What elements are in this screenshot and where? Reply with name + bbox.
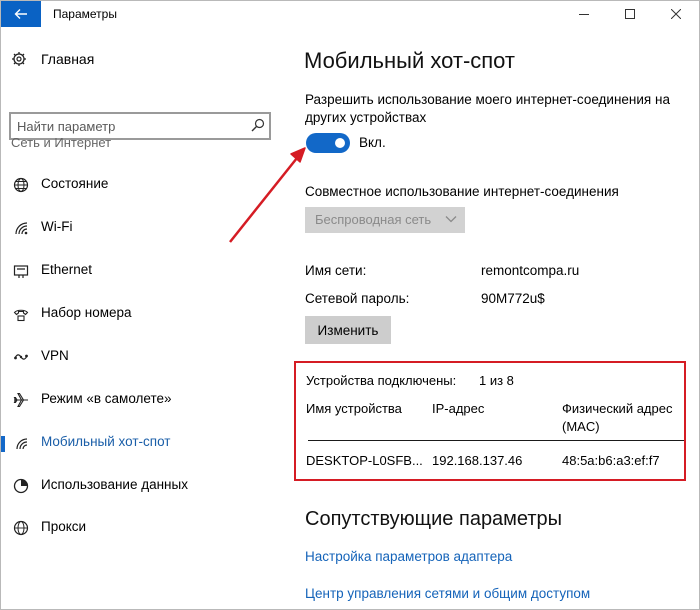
network-name-value: remontcompa.ru bbox=[481, 263, 580, 278]
sidebar-item-airplane[interactable]: Режим «в самолете» bbox=[1, 385, 291, 415]
ethernet-icon bbox=[13, 265, 29, 278]
window-title: Параметры bbox=[53, 7, 117, 21]
edit-button[interactable]: Изменить bbox=[305, 316, 391, 344]
sidebar-item-data-usage[interactable]: Использование данных bbox=[1, 471, 291, 501]
sidebar-item-dialup[interactable]: Набор номера bbox=[1, 299, 291, 329]
device-row-name: DESKTOP-L0SFB... bbox=[306, 453, 423, 468]
sidebar-item-label: Режим «в самолете» bbox=[41, 391, 172, 406]
device-row-mac: 48:5a:b6:a3:ef:f7 bbox=[562, 453, 660, 468]
column-header-device-name: Имя устройства bbox=[306, 401, 402, 416]
proxy-globe-icon bbox=[13, 520, 29, 536]
sidebar-item-vpn[interactable]: VPN bbox=[1, 342, 291, 372]
close-button[interactable] bbox=[653, 1, 699, 27]
maximize-button[interactable] bbox=[607, 1, 653, 27]
dialup-icon bbox=[13, 309, 29, 322]
data-usage-icon bbox=[13, 478, 29, 494]
network-name-label: Имя сети: bbox=[305, 263, 367, 278]
minimize-icon bbox=[579, 14, 589, 15]
hotspot-icon bbox=[16, 438, 28, 450]
sidebar-item-ethernet[interactable]: Ethernet bbox=[1, 256, 291, 286]
column-header-ip: IP-адрес bbox=[432, 401, 485, 416]
sidebar-item-label: Набор номера bbox=[41, 305, 132, 320]
gear-icon bbox=[12, 52, 26, 66]
wifi-icon bbox=[15, 222, 28, 235]
connected-devices-panel: Устройства подключены: 1 из 8 Имя устрой… bbox=[294, 361, 686, 481]
table-divider bbox=[308, 440, 684, 441]
settings-window: Параметры Главная Сеть и Ин bbox=[0, 0, 700, 610]
password-value: 90M772u$ bbox=[481, 291, 545, 306]
toggle-state-label: Вкл. bbox=[359, 135, 386, 150]
back-button[interactable] bbox=[1, 1, 41, 27]
sidebar-item-label: Мобильный хот-спот bbox=[41, 434, 171, 449]
share-description-line1: Разрешить использование моего интернет-с… bbox=[305, 92, 670, 107]
sidebar-item-label: Прокси bbox=[41, 519, 87, 534]
chevron-down-icon bbox=[445, 216, 457, 223]
share-description-line2: других устройствах bbox=[305, 110, 427, 125]
toggle-knob bbox=[335, 138, 345, 148]
search-input[interactable] bbox=[17, 117, 243, 135]
sidebar-item-mobile-hotspot[interactable]: Мобильный хот-спот bbox=[1, 428, 291, 458]
main-content: Мобильный хот-спот Разрешить использован… bbox=[291, 27, 699, 609]
device-row-ip: 192.168.137.46 bbox=[432, 453, 523, 468]
sidebar-home-label: Главная bbox=[41, 51, 95, 67]
back-arrow-icon bbox=[14, 9, 27, 19]
sidebar-item-status[interactable]: Состояние bbox=[1, 170, 291, 200]
hotspot-toggle[interactable] bbox=[306, 133, 350, 153]
connected-value: 1 из 8 bbox=[479, 373, 514, 388]
sidebar-item-label: Состояние bbox=[41, 176, 109, 191]
globe-icon bbox=[13, 177, 29, 193]
share-from-value: Беспроводная сеть bbox=[315, 212, 432, 227]
connected-label: Устройства подключены: bbox=[306, 373, 457, 388]
network-center-link[interactable]: Центр управления сетями и общим доступом bbox=[305, 586, 590, 601]
sidebar-item-label: Wi-Fi bbox=[41, 219, 73, 234]
related-settings-title: Сопутствующие параметры bbox=[305, 508, 563, 530]
close-icon bbox=[671, 9, 681, 19]
password-label: Сетевой пароль: bbox=[305, 291, 410, 306]
sidebar-home[interactable]: Главная bbox=[11, 49, 94, 69]
sidebar-item-wifi[interactable]: Wi-Fi bbox=[1, 213, 291, 243]
column-header-mac-line2: (MAC) bbox=[562, 419, 600, 434]
column-header-mac: Физический адрес bbox=[562, 401, 673, 416]
maximize-icon bbox=[625, 9, 635, 19]
minimize-button[interactable] bbox=[561, 1, 607, 27]
search-icon[interactable] bbox=[251, 118, 265, 132]
sidebar-item-proxy[interactable]: Прокси bbox=[1, 513, 291, 543]
sidebar-section-label: Сеть и Интернет bbox=[11, 135, 112, 150]
sidebar-item-label: VPN bbox=[41, 348, 69, 363]
share-from-label: Совместное использование интернет-соедин… bbox=[305, 184, 619, 199]
share-from-dropdown[interactable]: Беспроводная сеть bbox=[305, 207, 465, 233]
airplane-icon bbox=[13, 392, 28, 408]
title-bar: Параметры bbox=[1, 1, 699, 27]
sidebar: Главная Сеть и Интернет Состояние bbox=[1, 27, 291, 609]
adapter-settings-link[interactable]: Настройка параметров адаптера bbox=[305, 549, 512, 564]
page-title: Мобильный хот-спот bbox=[304, 48, 516, 73]
sidebar-item-label: Ethernet bbox=[41, 262, 93, 277]
active-indicator bbox=[1, 436, 5, 452]
sidebar-item-label: Использование данных bbox=[41, 477, 188, 492]
vpn-icon bbox=[14, 354, 28, 360]
